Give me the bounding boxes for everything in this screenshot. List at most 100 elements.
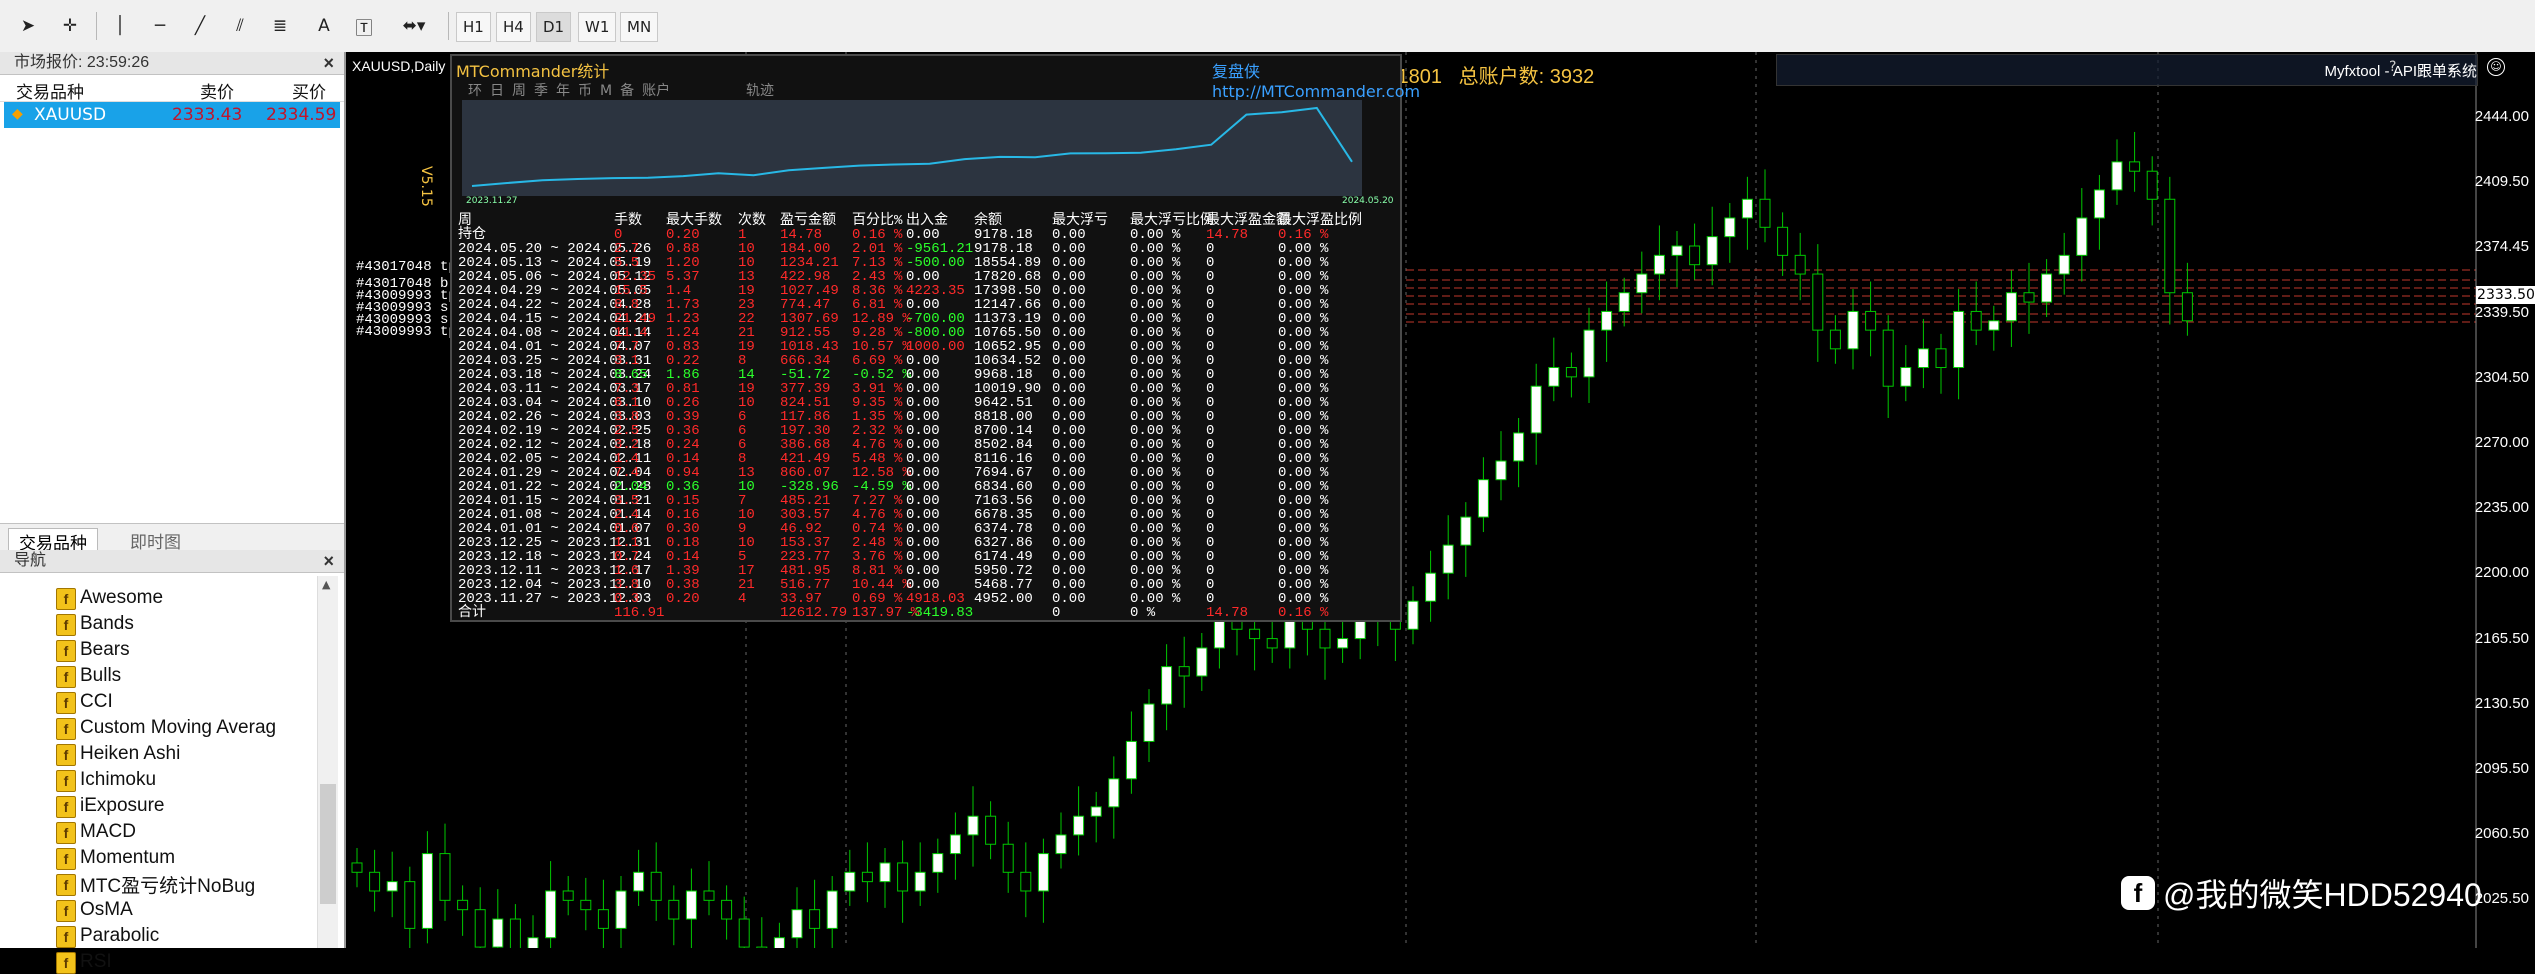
stats-cell: 0.14 [666,451,700,467]
trendline-icon[interactable]: ╱ [186,12,214,40]
column-bid[interactable]: 卖价 [200,78,234,103]
text-tool-icon[interactable]: A [310,12,338,40]
stats-subtab[interactable]: 账户 [642,83,670,99]
stats-subtab[interactable]: 季 [534,83,548,99]
stats-cell: 0.00 [906,227,940,243]
candle-body [1495,460,1507,481]
stats-cell: 6174.49 [974,549,1033,565]
close-icon[interactable]: × [323,550,334,572]
stats-subtab[interactable]: 年 [556,83,570,99]
stats-cell: 7.4 [614,465,640,481]
stats-cell: -700.00 [906,311,965,327]
candle-body [861,871,873,883]
stats-cell: 0 [1206,479,1215,495]
stats-subtab[interactable]: 备 [620,83,634,99]
stats-subtab[interactable]: 环 [468,83,482,99]
timeframe-h1[interactable]: H1 [456,12,491,42]
timeframe-d1[interactable]: D1 [536,12,572,42]
stats-cell: 9178.18 [974,241,1033,257]
candle-body [1108,778,1120,808]
timeframe-mn[interactable]: MN [620,12,659,42]
timeframe-w1[interactable]: W1 [578,12,617,42]
navigator-item[interactable]: f Custom Moving Averag [56,716,276,740]
stats-cell: 0 [614,227,623,243]
scroll-thumb[interactable] [320,784,336,904]
cursor-icon[interactable]: ➤ [14,12,42,40]
stats-cell: 最大浮盈比例 [1278,213,1362,229]
candle-body [1178,666,1190,677]
navigator-item[interactable]: f iExposure [56,794,165,818]
stats-subtab[interactable]: 周 [512,83,526,99]
symbol-row[interactable]: ◆ XAUUSD 2333.43 2334.59 [4,102,340,128]
stats-cell: 8.65 [614,367,648,383]
stats-cell: -51.72 [780,367,831,383]
navigator-item[interactable]: f MACD [56,820,136,844]
stats-cell: 0.00 [906,381,940,397]
stats-cell: 7694.67 [974,465,1033,481]
navigator-item[interactable]: f Ichimoku [56,768,156,792]
navigator-item[interactable]: f CCI [56,690,113,714]
navigator-item[interactable]: f MTC盈亏统计NoBug [56,872,255,897]
candle-body [1125,740,1137,780]
navigator-item[interactable]: f Bulls [56,664,121,688]
stats-cell: 0 [1206,535,1215,551]
stats-data-row: 2024.01.22 ~ 2024.01.28 2.04 0.36 10 -328.96… [454,479,1394,495]
navigator-item[interactable]: f Heiken Ashi [56,742,180,766]
navigator-item[interactable]: f Parabolic [56,924,159,948]
candle-body [1794,254,1806,275]
stats-cell: 0.00 [1052,325,1086,341]
stats-cell: 0.00 % [1278,521,1329,537]
stats-subtab[interactable]: 日 [490,83,504,99]
timeframe-h4[interactable]: H4 [496,12,531,42]
stats-cell: 0.00 % [1130,563,1181,579]
toolbar-separator [448,12,449,40]
crosshair-icon[interactable]: ✛ [56,12,84,40]
price-chart[interactable]: XAUUSD,Daily X: 1801 总账户数: 3932 ? ▫ ⌄ My… [346,52,2535,948]
candle-body [597,909,609,929]
stats-subtab[interactable]: M [600,83,612,99]
stats-cell: 0 [1206,269,1215,285]
column-ask[interactable]: 买价 [292,78,326,103]
stats-cell: 0.00 [1052,437,1086,453]
stats-cell: 0.6 [614,521,640,537]
navigator-item[interactable]: f Awesome [56,586,163,610]
stats-cell: 8.36 % [852,283,903,299]
column-symbol[interactable]: 交易品种 [16,78,84,103]
candle-body [2076,217,2088,256]
navigator-item[interactable]: f RSI [56,950,112,974]
stats-subtab[interactable]: 币 [578,83,592,99]
shapes-dropdown-icon[interactable]: ⬌▾ [392,12,436,40]
vertical-line-icon[interactable]: │ [106,12,134,40]
fibonacci-icon[interactable]: ≣ [266,12,294,40]
market-watch-time: 市场报价: 23:59:26 [14,54,150,71]
stats-mode[interactable]: 轨迹 [746,80,774,100]
stats-url-link[interactable]: 复盘侠 http://MTCommander.com [1212,58,1420,101]
navigator-item[interactable]: f Momentum [56,846,175,870]
navigator-item[interactable]: f OsMA [56,898,133,922]
stats-cell: 0.00 % [1130,437,1181,453]
stats-cell: 6834.60 [974,479,1033,495]
stats-cell: 0.00 [906,297,940,313]
price-axis-label: 2060.50 [2474,825,2529,843]
navigator-item[interactable]: f Bears [56,638,130,662]
close-icon[interactable]: × [323,52,334,74]
stats-cell: 0 [1206,563,1215,579]
stats-cell: 12.35 [614,269,657,285]
navigator-item[interactable]: f Bands [56,612,134,636]
stats-cell: 19 [738,339,755,355]
text-label-icon[interactable]: 🅃 [350,12,378,40]
stats-cell: 0.00 % [1278,367,1329,383]
navigator-scrollbar[interactable]: ▲ [317,576,338,948]
stats-cell: 2.04 [614,479,648,495]
candle-body [2111,161,2123,191]
scroll-up-icon[interactable]: ▲ [322,578,330,591]
stats-cell: 516.77 [780,577,831,593]
stats-cell: 0.00 % [1278,311,1329,327]
stats-cell: 1.4 [666,283,692,299]
stats-cell: 0.00 [906,521,940,537]
channel-icon[interactable]: ⫽ [226,12,254,40]
indicator-icon: f [56,718,76,740]
stats-cell: 23 [738,297,755,313]
stats-data-row: 2024.01.08 ~ 2024.01.14 2.4 0.16 10 303.57 4.… [454,508,1394,522]
horizontal-line-icon[interactable]: ─ [146,12,174,40]
